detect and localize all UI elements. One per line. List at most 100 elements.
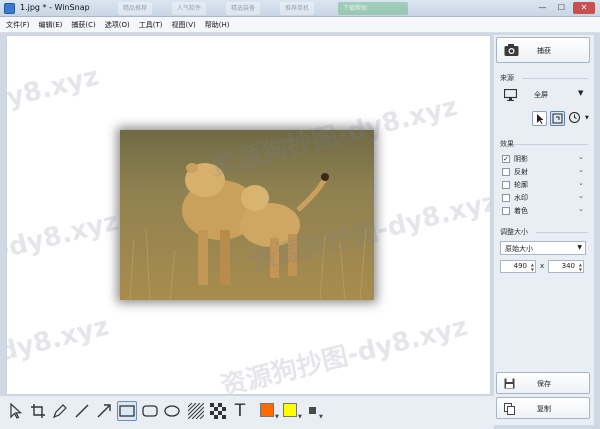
pixelate-tool[interactable] <box>208 401 228 421</box>
checkbox[interactable] <box>502 181 510 189</box>
image-canvas[interactable]: -dy8.xyz 资源狗抄图-dy8.xyz -dy8.xyz 资源狗抄图-dy… <box>6 35 491 395</box>
checkbox[interactable] <box>502 168 510 176</box>
secondary-color-swatch[interactable] <box>283 403 297 417</box>
faded-tab: 人气软件 <box>172 2 207 15</box>
effect-shadow[interactable]: ✓ 阴影 ⌄ <box>500 153 588 165</box>
effect-label: 反射 <box>514 168 528 176</box>
checkbox[interactable] <box>502 194 510 202</box>
text-tool[interactable]: T <box>230 401 250 421</box>
source-value: 全屏 <box>534 91 548 99</box>
capture-label: 捕获 <box>537 47 551 55</box>
resize-mode-select[interactable]: 原始大小 ▼ <box>500 241 586 255</box>
width-value: 490 <box>513 262 527 270</box>
pointer-icon <box>537 114 544 124</box>
menu-help[interactable]: 帮助(H) <box>205 20 230 30</box>
chevron-down-icon[interactable]: ⌄ <box>578 153 584 161</box>
checkbox[interactable] <box>502 207 510 215</box>
chevron-down-icon[interactable]: ⌄ <box>578 179 584 187</box>
menu-options[interactable]: 选项(O) <box>105 20 130 30</box>
line-width-swatch[interactable] <box>309 407 316 414</box>
line-tool[interactable] <box>72 401 92 421</box>
height-input[interactable]: 340 ▲ ▼ <box>548 260 584 273</box>
chevron-down-icon: ▼ <box>577 244 582 251</box>
effect-tint[interactable]: 着色 ⌄ <box>500 205 588 217</box>
section-divider <box>536 232 588 233</box>
faded-tab: 精选装备 <box>226 2 261 15</box>
menu-capture[interactable]: 捕获(C) <box>71 20 95 30</box>
effect-label: 水印 <box>514 194 528 202</box>
cursor-arrow-icon <box>10 403 23 419</box>
section-divider <box>522 78 588 79</box>
chevron-down-icon[interactable]: ▼ <box>298 414 302 420</box>
effect-reflection[interactable]: 反射 ⌄ <box>500 166 588 178</box>
hatch-icon <box>188 403 204 419</box>
watermark-text: -dy8.xyz <box>6 206 122 266</box>
drawing-toolbar: T ▼ ▼ ▼ <box>0 396 494 429</box>
crop-tool[interactable] <box>28 401 48 421</box>
spinner-icon[interactable]: ▲ ▼ <box>579 262 582 272</box>
menu-edit[interactable]: 编辑(E) <box>39 20 63 30</box>
select-tool[interactable] <box>6 401 26 421</box>
watermark-text: -dy8.xyz <box>6 61 102 121</box>
primary-color-swatch[interactable] <box>260 403 274 417</box>
rounded-rectangle-tool[interactable] <box>140 401 160 421</box>
app-icon <box>4 3 15 14</box>
source-select[interactable]: 全屏 ▼ <box>500 87 588 103</box>
maximize-button[interactable]: ☐ <box>553 2 570 14</box>
window-mode-button[interactable] <box>550 111 565 126</box>
menu-bar: 文件(F) 编辑(E) 捕获(C) 选项(O) 工具(T) 视图(V) 帮助(H… <box>0 17 600 33</box>
close-button[interactable]: ✕ <box>573 2 595 14</box>
timer-button[interactable] <box>568 111 583 126</box>
effect-label: 着色 <box>514 207 528 215</box>
chevron-down-icon: ▼ <box>585 115 589 121</box>
resize-mode-value: 原始大小 <box>505 245 533 253</box>
title-bar: 1.jpg * - WinSnap 精品推荐 人气软件 精选装备 推荐单机 下载… <box>0 0 600 17</box>
options-panel: 捕获 来源 全屏 ▼ ▼ 效果 ✓ 阴影 ⌄ 反射 ⌄ 轮廓 ⌄ 水印 ⌄ 着色… <box>494 35 594 425</box>
hatch-tool[interactable] <box>186 401 206 421</box>
menu-view[interactable]: 视图(V) <box>171 20 195 30</box>
pen-tool[interactable] <box>50 401 70 421</box>
minimize-button[interactable]: — <box>534 2 551 14</box>
chevron-down-icon[interactable]: ⌄ <box>578 192 584 200</box>
width-input[interactable]: 490 ▲ ▼ <box>500 260 536 273</box>
checkbox-checked[interactable]: ✓ <box>502 155 510 163</box>
effects-section-title: 效果 <box>500 140 514 148</box>
timer-icon <box>569 112 580 123</box>
height-value: 340 <box>561 262 575 270</box>
faded-tab: 下载帮助 <box>338 2 408 15</box>
save-button[interactable]: 保存 <box>496 372 590 394</box>
effect-watermark[interactable]: 水印 ⌄ <box>500 192 588 204</box>
effect-outline[interactable]: 轮廓 ⌄ <box>500 179 588 191</box>
effect-label: 轮廓 <box>514 181 528 189</box>
resize-section-title: 调整大小 <box>500 228 528 236</box>
spinner-icon[interactable]: ▲ ▼ <box>531 262 534 272</box>
chevron-down-icon[interactable]: ▼ <box>275 414 279 420</box>
source-section-title: 来源 <box>500 74 514 82</box>
pointer-mode-button[interactable] <box>532 111 547 126</box>
copy-button[interactable]: 复制 <box>496 397 590 419</box>
copy-icon <box>504 403 515 415</box>
arrow-tool[interactable] <box>94 401 114 421</box>
watermark-text: -dy8.xyz <box>6 311 112 371</box>
window-title: 1.jpg * - WinSnap <box>20 3 90 12</box>
chevron-down-icon[interactable]: ▼ <box>319 414 323 420</box>
save-label: 保存 <box>537 380 551 388</box>
ellipse-tool[interactable] <box>162 401 182 421</box>
faded-tab: 精品推荐 <box>118 2 153 15</box>
dimension-separator: x <box>540 262 545 270</box>
watermark-text: 资源狗抄图-dy8.xyz <box>217 311 471 395</box>
menu-tools[interactable]: 工具(T) <box>139 20 163 30</box>
ellipse-icon <box>164 405 180 417</box>
copy-label: 复制 <box>537 405 551 413</box>
capture-button[interactable]: 捕获 <box>496 37 590 63</box>
effect-label: 阴影 <box>514 155 528 163</box>
captured-image[interactable] <box>120 130 374 300</box>
monitor-icon <box>504 89 517 101</box>
chevron-down-icon[interactable]: ⌄ <box>578 166 584 174</box>
rectangle-tool[interactable] <box>117 401 137 421</box>
chevron-down-icon[interactable]: ⌄ <box>578 205 584 213</box>
chevron-down-icon: ▼ <box>578 89 584 97</box>
pen-icon <box>52 404 67 419</box>
checker-icon <box>210 403 226 419</box>
menu-file[interactable]: 文件(F) <box>6 20 30 30</box>
